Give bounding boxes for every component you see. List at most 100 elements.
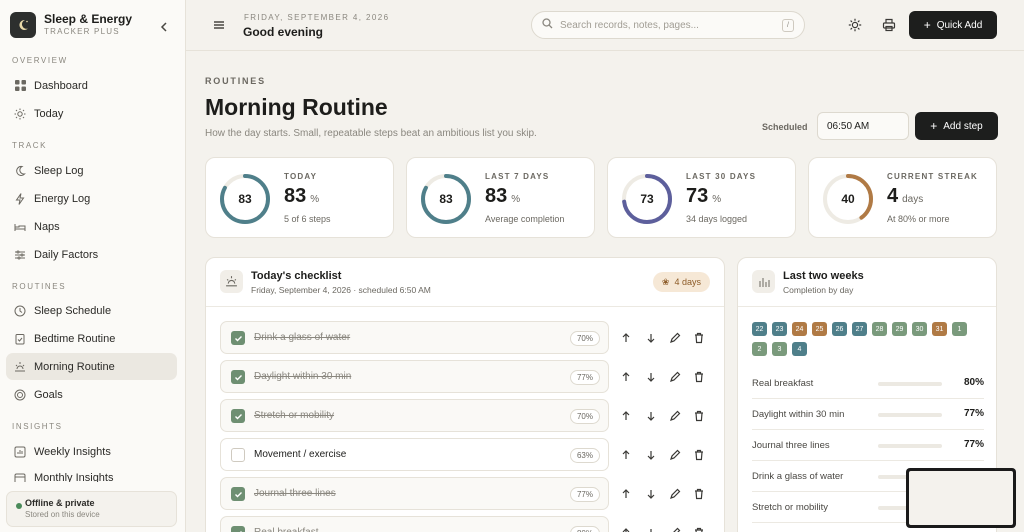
edit-pencil-icon[interactable] bbox=[669, 448, 681, 460]
sidebar-item-monthly-insights[interactable]: Monthly Insights bbox=[6, 466, 177, 482]
item-actions bbox=[620, 321, 710, 354]
day-chip[interactable]: 3 bbox=[772, 342, 787, 356]
ring-value: 73 bbox=[640, 192, 654, 206]
theme-toggle-sun-icon[interactable] bbox=[848, 18, 862, 32]
move-down-icon[interactable] bbox=[645, 526, 657, 532]
edit-pencil-icon[interactable] bbox=[669, 487, 681, 499]
move-down-icon[interactable] bbox=[645, 331, 657, 343]
day-chip[interactable]: 26 bbox=[832, 322, 847, 336]
day-chip[interactable]: 4 bbox=[792, 342, 807, 356]
checklist-item[interactable]: Daylight within 30 min 77% bbox=[220, 360, 609, 393]
delete-trash-icon[interactable] bbox=[693, 409, 705, 422]
sunrise-icon bbox=[220, 270, 243, 293]
move-down-icon[interactable] bbox=[645, 448, 657, 460]
sidebar-item-today[interactable]: Today bbox=[6, 100, 177, 127]
habit-name: Stretch or mobility bbox=[752, 502, 829, 513]
collapse-sidebar-button[interactable] bbox=[157, 20, 171, 34]
sidebar-item-label: Monthly Insights bbox=[34, 472, 114, 482]
stat-card-today: 83 TODAY 83% 5 of 6 steps bbox=[205, 157, 394, 238]
bar-chart-icon bbox=[752, 270, 775, 293]
sidebar-item-weekly-insights[interactable]: Weekly Insights bbox=[6, 438, 177, 465]
sidebar-item-morning-routine[interactable]: Morning Routine bbox=[6, 353, 177, 380]
sidebar-item-dashboard[interactable]: Dashboard bbox=[6, 72, 177, 99]
checklist-item[interactable]: Drink a glass of water 70% bbox=[220, 321, 609, 354]
shortcut-key: / bbox=[782, 19, 794, 32]
day-chip[interactable]: 28 bbox=[872, 322, 887, 336]
quick-add-button[interactable]: + Quick Add bbox=[909, 11, 997, 39]
edit-pencil-icon[interactable] bbox=[669, 370, 681, 382]
delete-trash-icon[interactable] bbox=[693, 487, 705, 500]
nav-section-label: INSIGHTS bbox=[12, 422, 63, 431]
search-icon bbox=[542, 16, 553, 34]
edit-pencil-icon[interactable] bbox=[669, 526, 681, 532]
sidebar-item-goals[interactable]: Goals bbox=[6, 381, 177, 408]
habit-rate-row: Journal three lines 77% bbox=[752, 430, 984, 461]
print-icon[interactable] bbox=[882, 18, 896, 32]
stat-value: 73% bbox=[686, 185, 722, 207]
scheduled-time-input[interactable]: 06:50 AM bbox=[817, 112, 909, 140]
stat-card-current-streak: 40 CURRENT STREAK 4 days At 80% or more bbox=[808, 157, 997, 238]
stat-sub: 34 days logged bbox=[686, 214, 748, 224]
move-down-icon[interactable] bbox=[645, 370, 657, 382]
checklist-title: Today's checklist bbox=[251, 270, 342, 282]
day-chip[interactable]: 2 bbox=[752, 342, 767, 356]
clock-icon bbox=[14, 305, 26, 317]
move-up-icon[interactable] bbox=[620, 370, 632, 382]
day-chip[interactable]: 1 bbox=[952, 322, 967, 336]
checklist-subtitle: Friday, September 4, 2026 · scheduled 6:… bbox=[251, 285, 431, 295]
item-actions bbox=[620, 399, 710, 432]
add-step-button[interactable]: + Add step bbox=[915, 112, 998, 140]
move-down-icon[interactable] bbox=[645, 409, 657, 421]
delete-trash-icon[interactable] bbox=[693, 370, 705, 383]
checkbox[interactable] bbox=[231, 331, 245, 345]
move-up-icon[interactable] bbox=[620, 526, 632, 532]
move-up-icon[interactable] bbox=[620, 409, 632, 421]
day-chip[interactable]: 30 bbox=[912, 322, 927, 336]
sidebar-item-bedtime-routine[interactable]: Bedtime Routine bbox=[6, 325, 177, 352]
delete-trash-icon[interactable] bbox=[693, 331, 705, 344]
breadcrumb: ROUTINES bbox=[205, 76, 266, 86]
day-chip[interactable]: 29 bbox=[892, 322, 907, 336]
sidebar-item-daily-factors[interactable]: Daily Factors bbox=[6, 241, 177, 268]
day-chip[interactable]: 27 bbox=[852, 322, 867, 336]
edit-pencil-icon[interactable] bbox=[669, 409, 681, 421]
delete-trash-icon[interactable] bbox=[693, 526, 705, 532]
sidebar-item-label: Dashboard bbox=[34, 79, 88, 92]
day-chip[interactable]: 31 bbox=[932, 322, 947, 336]
stat-card-last-7-days: 83 LAST 7 DAYS 83% Average completion bbox=[406, 157, 595, 238]
search-input[interactable]: Search records, notes, pages... / bbox=[531, 11, 805, 39]
checklist-item[interactable]: Movement / exercise 63% bbox=[220, 438, 609, 471]
move-up-icon[interactable] bbox=[620, 331, 632, 343]
item-actions bbox=[620, 516, 710, 532]
checkbox[interactable] bbox=[231, 409, 245, 423]
edit-pencil-icon[interactable] bbox=[669, 331, 681, 343]
sidebar-item-sleep-log[interactable]: Sleep Log bbox=[6, 157, 177, 184]
checklist-item[interactable]: Stretch or mobility 70% bbox=[220, 399, 609, 432]
checkbox[interactable] bbox=[231, 526, 245, 532]
menu-icon[interactable] bbox=[212, 18, 226, 32]
sidebar-item-energy-log[interactable]: Energy Log bbox=[6, 185, 177, 212]
day-chip[interactable]: 22 bbox=[752, 322, 767, 336]
move-down-icon[interactable] bbox=[645, 487, 657, 499]
delete-trash-icon[interactable] bbox=[693, 448, 705, 461]
move-up-icon[interactable] bbox=[620, 487, 632, 499]
offline-status: Offline & private Stored on this device bbox=[6, 491, 177, 527]
brand[interactable]: Sleep & Energy TRACKER PLUS bbox=[10, 12, 176, 38]
checkbox[interactable] bbox=[231, 370, 245, 384]
move-up-icon[interactable] bbox=[620, 448, 632, 460]
checklist-item[interactable]: Journal three lines 77% bbox=[220, 477, 609, 510]
habit-bar-track bbox=[878, 413, 942, 417]
checkbox[interactable] bbox=[231, 448, 245, 462]
sidebar-item-naps[interactable]: Naps bbox=[6, 213, 177, 240]
habit-percent: 77% bbox=[963, 439, 984, 450]
day-chip[interactable]: 25 bbox=[812, 322, 827, 336]
sidebar-item-sleep-schedule[interactable]: Sleep Schedule bbox=[6, 297, 177, 324]
scheduled-label: Scheduled bbox=[762, 122, 808, 132]
sliders-icon bbox=[14, 249, 26, 261]
streak-badge: ❀ 4 days bbox=[652, 272, 710, 292]
day-chip[interactable]: 23 bbox=[772, 322, 787, 336]
checkbox[interactable] bbox=[231, 487, 245, 501]
item-rate: 77% bbox=[569, 370, 600, 385]
day-chip[interactable]: 24 bbox=[792, 322, 807, 336]
checklist-item[interactable]: Real breakfast 80% bbox=[220, 516, 609, 532]
